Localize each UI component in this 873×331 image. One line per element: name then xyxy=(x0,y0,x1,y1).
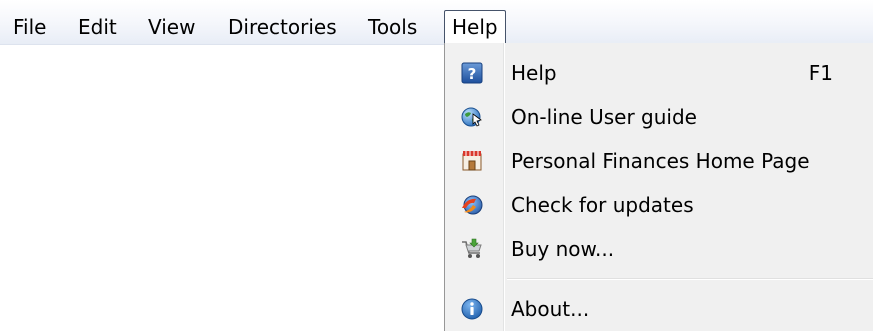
menu-item-buy-now[interactable]: Buy now... xyxy=(445,227,873,271)
menu-item-label: About... xyxy=(511,297,590,321)
menu-item-label: Buy now... xyxy=(511,237,615,261)
menu-item-label: Personal Finances Home Page xyxy=(511,149,810,173)
shortcut-label: F1 xyxy=(808,61,833,85)
menu-file[interactable]: File xyxy=(6,10,53,44)
menu-item-about[interactable]: About... xyxy=(445,287,873,331)
shopping-cart-icon xyxy=(462,238,482,258)
menu-tools[interactable]: Tools xyxy=(361,10,424,44)
menu-item-label: On-line User guide xyxy=(511,105,697,129)
home-page-icon xyxy=(462,151,482,171)
menu-help[interactable]: Help xyxy=(444,10,506,44)
info-icon xyxy=(461,298,483,320)
update-icon xyxy=(462,195,483,215)
help-question-icon: ? xyxy=(461,62,483,84)
globe-cursor-icon xyxy=(461,107,482,127)
menu-item-check-updates[interactable]: Check for updates xyxy=(445,183,873,227)
svg-text:?: ? xyxy=(468,65,477,83)
menu-item-home-page[interactable]: Personal Finances Home Page xyxy=(445,139,873,183)
menu-separator xyxy=(507,278,873,280)
help-dropdown-menu: ? Help F1 On-line User guide Personal Fi… xyxy=(444,43,873,331)
menu-directories[interactable]: Directories xyxy=(221,10,344,44)
menu-item-label: Check for updates xyxy=(511,193,694,217)
menu-item-online-user-guide[interactable]: On-line User guide xyxy=(445,95,873,139)
menu-item-label: Help xyxy=(511,61,557,85)
menu-view[interactable]: View xyxy=(141,10,202,44)
menu-edit[interactable]: Edit xyxy=(71,10,124,44)
menu-bar: File Edit View Directories Tools Help xyxy=(0,0,873,45)
menu-item-help[interactable]: ? Help F1 xyxy=(445,51,873,95)
